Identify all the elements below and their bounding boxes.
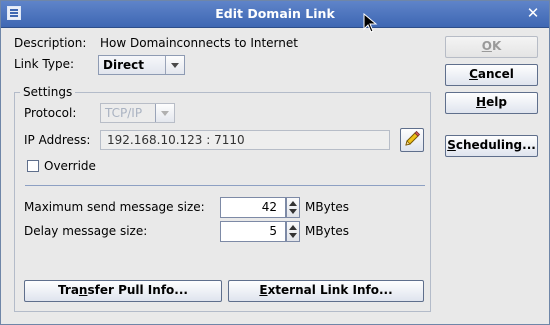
spinner-up-icon[interactable] xyxy=(289,225,297,230)
spinner-up-icon[interactable] xyxy=(289,201,297,206)
settings-group-title: Settings xyxy=(20,85,76,99)
transfer-pull-info-button[interactable]: Transfer Pull Info... xyxy=(24,280,222,302)
delay-label: Delay message size: xyxy=(24,224,148,238)
separator xyxy=(25,185,425,186)
link-type-label: Link Type: xyxy=(14,57,74,71)
description-label: Description: xyxy=(14,36,87,50)
description-value: How Domainconnects to Internet xyxy=(100,36,298,50)
link-type-value: Direct xyxy=(103,58,144,72)
max-send-unit: MBytes xyxy=(305,200,350,214)
max-send-input[interactable]: 42 xyxy=(220,197,286,218)
edit-domain-link-dialog: Edit Domain Link ✕ Description: How Doma… xyxy=(0,0,550,325)
max-send-label: Maximum send message size: xyxy=(24,200,205,214)
scheduling-button[interactable]: Scheduling... xyxy=(445,135,538,157)
protocol-value: TCP/IP xyxy=(105,106,143,120)
external-link-info-button[interactable]: External Link Info... xyxy=(228,280,424,302)
ip-address-field[interactable]: 192.168.10.123 : 7110 xyxy=(100,130,390,150)
override-label: Override xyxy=(44,159,96,173)
max-send-spinner[interactable] xyxy=(286,197,300,218)
protocol-select[interactable]: TCP/IP xyxy=(100,103,175,123)
link-type-select[interactable]: Direct xyxy=(98,55,185,75)
spinner-down-icon[interactable] xyxy=(289,209,297,214)
override-checkbox[interactable] xyxy=(27,160,39,172)
chevron-down-icon[interactable] xyxy=(165,56,184,74)
ok-button[interactable]: OK xyxy=(445,36,538,58)
help-button[interactable]: Help xyxy=(445,92,538,114)
spinner-down-icon[interactable] xyxy=(289,233,297,238)
mouse-pointer-icon xyxy=(363,13,378,33)
chevron-down-icon[interactable] xyxy=(155,104,174,122)
ip-address-label: IP Address: xyxy=(24,133,91,147)
delay-input[interactable]: 5 xyxy=(220,221,286,242)
delay-spinner[interactable] xyxy=(286,221,300,242)
title-bar[interactable]: Edit Domain Link ✕ xyxy=(1,1,549,28)
window-title: Edit Domain Link xyxy=(215,6,335,21)
close-icon[interactable]: ✕ xyxy=(525,5,541,21)
cancel-button[interactable]: Cancel xyxy=(445,64,538,86)
delay-unit: MBytes xyxy=(305,224,350,238)
pencil-icon xyxy=(405,130,421,146)
ip-address-value: 192.168.10.123 : 7110 xyxy=(107,133,245,147)
edit-ip-button[interactable] xyxy=(400,128,424,152)
protocol-label: Protocol: xyxy=(24,106,77,120)
